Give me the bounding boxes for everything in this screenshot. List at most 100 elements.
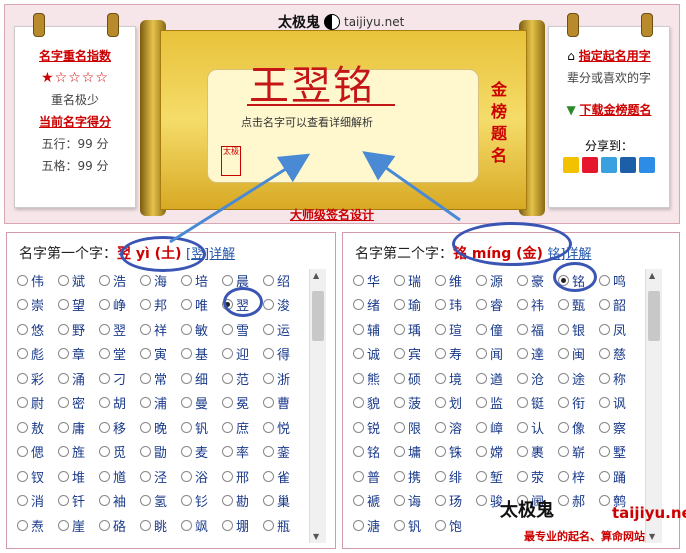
char-option[interactable]: 钎 xyxy=(58,490,96,512)
char-option[interactable]: 率 xyxy=(222,441,260,463)
char-option[interactable]: 监 xyxy=(476,392,514,414)
scroll-down-icon[interactable]: ▼ xyxy=(649,532,655,541)
radio-button[interactable] xyxy=(58,470,69,482)
char-option[interactable]: 達 xyxy=(517,343,555,365)
radio-button[interactable] xyxy=(394,446,405,457)
radio-button[interactable] xyxy=(17,348,28,359)
char-option[interactable]: 野 xyxy=(58,318,96,340)
radio-button[interactable] xyxy=(558,348,569,359)
char-option[interactable]: 彩 xyxy=(17,367,55,389)
scroll-up-icon[interactable]: ▲ xyxy=(649,271,655,280)
char-option[interactable]: 崖 xyxy=(58,514,96,536)
char-option[interactable]: 嶂 xyxy=(476,416,514,438)
char-option[interactable]: 基 xyxy=(181,343,219,365)
char-option[interactable]: 银 xyxy=(558,318,596,340)
radio-button[interactable] xyxy=(599,446,610,457)
char-option[interactable]: 辅 xyxy=(353,318,391,340)
radio-button[interactable] xyxy=(517,348,528,359)
radio-button[interactable] xyxy=(181,299,192,310)
radio-button[interactable] xyxy=(558,421,569,433)
radio-button[interactable] xyxy=(140,421,151,433)
radio-button[interactable] xyxy=(17,323,28,335)
radio-button[interactable] xyxy=(353,299,364,310)
radio-button[interactable] xyxy=(476,372,487,384)
radio-button[interactable] xyxy=(394,470,405,482)
radio-button[interactable] xyxy=(99,446,110,457)
char-option[interactable]: 崇 xyxy=(17,294,55,316)
radio-button[interactable] xyxy=(353,446,364,457)
char-option[interactable]: 钒 xyxy=(181,416,219,438)
char-option[interactable]: 菠 xyxy=(394,392,432,414)
char-option[interactable]: 途 xyxy=(558,367,596,389)
radio-button[interactable] xyxy=(353,495,364,506)
radio-button[interactable] xyxy=(222,421,233,433)
char-option[interactable]: 曼 xyxy=(181,392,219,414)
radio-button[interactable] xyxy=(263,446,274,457)
char-option[interactable]: 熊 xyxy=(353,367,391,389)
radio-button[interactable] xyxy=(476,348,487,359)
char-option[interactable]: 维 xyxy=(435,269,473,291)
char-option[interactable]: 寅 xyxy=(140,343,178,365)
radio-button[interactable] xyxy=(17,372,28,384)
char-option[interactable]: 斌 xyxy=(58,269,96,291)
char-option[interactable]: 范 xyxy=(222,367,260,389)
radio-button[interactable] xyxy=(558,397,569,408)
char-option[interactable]: 凤 xyxy=(599,318,637,340)
char-option[interactable]: 焘 xyxy=(17,514,55,536)
char-option[interactable]: 唯 xyxy=(181,294,219,316)
char-option[interactable]: 衔 xyxy=(558,392,596,414)
char-option[interactable]: 寿 xyxy=(435,343,473,365)
radio-button[interactable] xyxy=(394,519,405,531)
radio-button[interactable] xyxy=(558,299,569,310)
char-option[interactable]: 偲 xyxy=(17,441,55,463)
char-option[interactable]: 雪 xyxy=(222,318,260,340)
char-option[interactable]: 悠 xyxy=(17,318,55,340)
char-option[interactable]: 浚 xyxy=(263,294,301,316)
char-option[interactable]: 普 xyxy=(353,465,391,487)
char-option[interactable]: 慈 xyxy=(599,343,637,365)
char-option[interactable]: 墉 xyxy=(394,441,432,463)
char-option[interactable]: 銮 xyxy=(263,441,301,463)
char-option[interactable]: 铢 xyxy=(435,441,473,463)
char-option[interactable]: 消 xyxy=(17,490,55,512)
radio-button[interactable] xyxy=(517,470,528,482)
char-option[interactable]: 绍 xyxy=(263,269,301,291)
char-option[interactable]: 峥 xyxy=(99,294,137,316)
char-option[interactable]: 铭 xyxy=(353,441,391,463)
char-option[interactable]: 巢 xyxy=(263,490,301,512)
radio-button[interactable] xyxy=(394,372,405,384)
radio-button[interactable] xyxy=(140,372,151,384)
radio-button[interactable] xyxy=(222,397,233,408)
char-option[interactable]: 浙 xyxy=(263,367,301,389)
char-option[interactable]: 运 xyxy=(263,318,301,340)
radio-button[interactable] xyxy=(599,323,610,335)
char-option[interactable]: 闻 xyxy=(476,343,514,365)
radio-button[interactable] xyxy=(435,299,446,310)
radio-button[interactable] xyxy=(394,397,405,408)
radio-button[interactable] xyxy=(222,348,233,359)
radio-button[interactable] xyxy=(58,299,69,310)
radio-button[interactable] xyxy=(222,446,233,457)
radio-button[interactable] xyxy=(353,397,364,408)
char-option[interactable]: 晚 xyxy=(140,416,178,438)
char-option[interactable]: 诲 xyxy=(394,490,432,512)
share-weibo-icon[interactable] xyxy=(582,157,598,173)
char-option[interactable]: 堑 xyxy=(476,465,514,487)
radio-button[interactable] xyxy=(599,470,610,482)
radio-button[interactable] xyxy=(17,397,28,408)
radio-button[interactable] xyxy=(476,323,487,335)
char-option[interactable]: 祎 xyxy=(517,294,555,316)
radio-button[interactable] xyxy=(435,446,446,457)
radio-button[interactable] xyxy=(558,495,569,506)
radio-button[interactable] xyxy=(435,397,446,408)
radio-button[interactable] xyxy=(599,372,610,384)
radio-button[interactable] xyxy=(58,372,69,384)
second-char-detail-link[interactable]: 铭]详解 xyxy=(547,247,591,262)
radio-button[interactable] xyxy=(558,323,569,335)
char-option[interactable]: 崭 xyxy=(558,441,596,463)
radio-button[interactable] xyxy=(517,274,528,286)
radio-button[interactable] xyxy=(353,323,364,335)
radio-button[interactable] xyxy=(435,495,446,506)
radio-button[interactable] xyxy=(435,519,446,531)
scrollbar[interactable]: ▲ ▼ xyxy=(309,269,326,543)
